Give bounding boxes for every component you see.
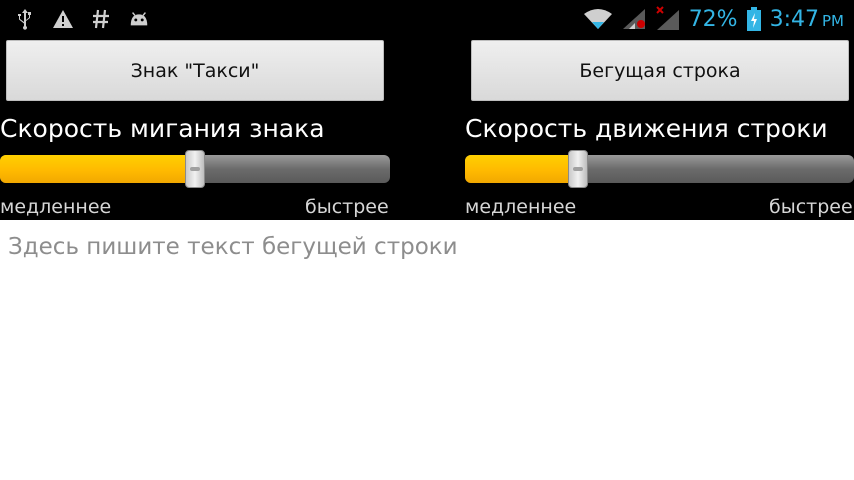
clock-ampm: PM <box>822 11 844 30</box>
scroll-faster-label: быстрее <box>769 196 853 218</box>
scroll-speed-slider[interactable] <box>465 150 854 188</box>
running-line-button[interactable]: Бегущая строка <box>471 40 849 101</box>
scroll-slower-label: медленнее <box>465 196 577 218</box>
wifi-icon <box>583 8 613 30</box>
scroll-speed-fill <box>465 155 578 183</box>
clock-time: 3:47 <box>769 6 819 32</box>
blink-speed-slider[interactable] <box>0 150 390 188</box>
signal-icon <box>621 8 647 30</box>
blink-speed-title: Скорость мигания знака <box>0 114 325 143</box>
blink-slower-label: медленнее <box>0 196 112 218</box>
scroll-speed-title: Скорость движения строки <box>465 114 828 143</box>
status-bar: 72% 3:47 PM <box>0 0 854 38</box>
signal-off-icon <box>655 6 681 30</box>
blink-faster-label: быстрее <box>305 196 389 218</box>
usb-icon <box>14 8 36 30</box>
battery-percent: 72% <box>688 6 738 32</box>
blink-speed-fill <box>0 155 195 183</box>
hash-icon <box>90 8 112 30</box>
taxi-sign-button[interactable]: Знак "Такси" <box>6 40 384 101</box>
warning-icon <box>52 8 74 30</box>
clock: 3:47 PM <box>770 7 844 32</box>
android-icon <box>128 8 150 30</box>
battery-icon <box>746 7 762 31</box>
scroll-speed-thumb[interactable] <box>568 150 588 188</box>
blink-speed-thumb[interactable] <box>185 150 205 188</box>
running-text-input[interactable] <box>0 220 854 480</box>
